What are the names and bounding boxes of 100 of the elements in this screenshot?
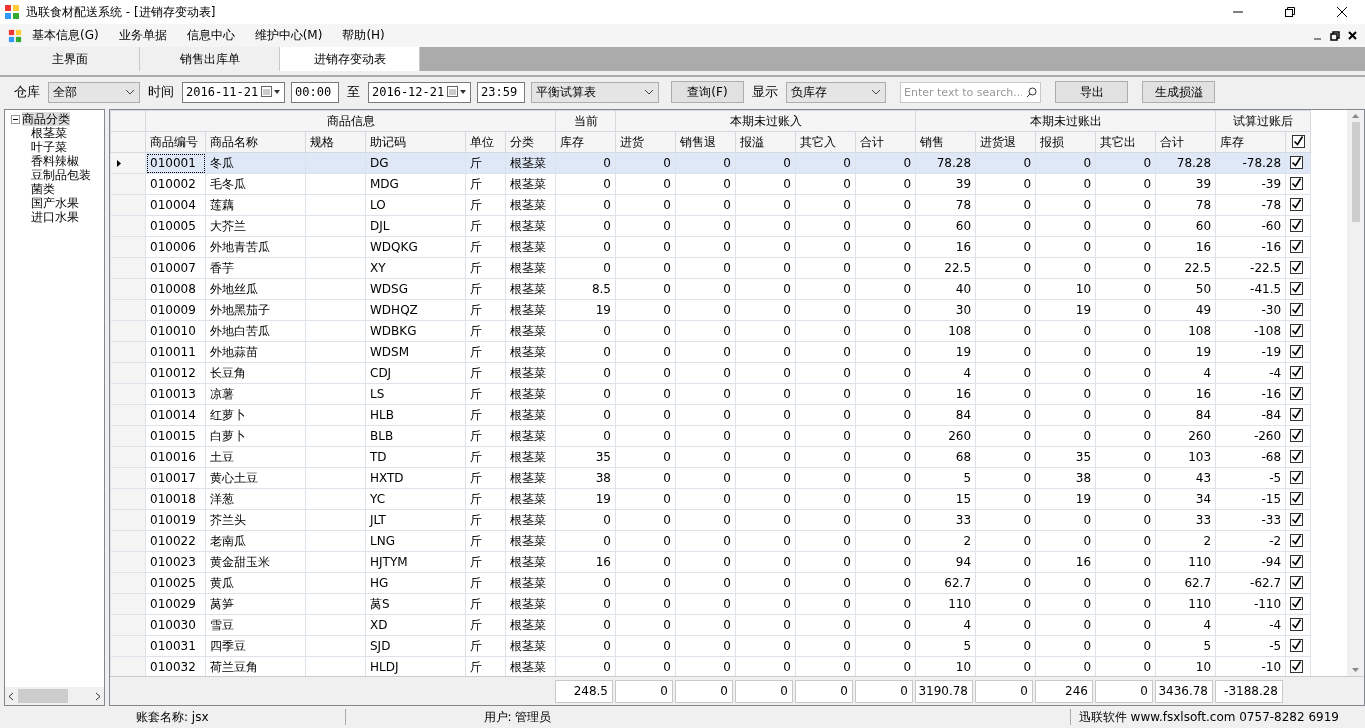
report-select[interactable]: 平衡试算表 xyxy=(531,81,659,103)
scroll-down-icon[interactable] xyxy=(1352,668,1359,672)
total-cell: 0 xyxy=(615,679,673,703)
total-cell: 0 xyxy=(735,679,793,703)
generate-button[interactable]: 生成损溢 xyxy=(1142,81,1215,103)
restore-icon[interactable] xyxy=(1285,7,1295,17)
checkbox[interactable] xyxy=(1290,155,1304,169)
end-date-field[interactable]: 2016-12-21 xyxy=(368,81,471,103)
checkbox[interactable] xyxy=(1290,491,1304,505)
close-icon[interactable] xyxy=(1337,7,1347,17)
current-row-icon xyxy=(117,160,121,167)
collapse-icon[interactable] xyxy=(11,114,20,124)
total-cell: 3190.78 xyxy=(915,679,973,703)
display-label: 显示 xyxy=(752,83,778,101)
menu-item[interactable]: 维护中心(M) xyxy=(244,27,333,44)
checkbox[interactable] xyxy=(1290,218,1304,232)
to-label: 至 xyxy=(347,83,360,101)
checkbox[interactable] xyxy=(1291,134,1305,148)
menu-item[interactable]: 信息中心 xyxy=(176,27,245,44)
checkbox[interactable] xyxy=(1290,512,1304,526)
checkbox[interactable] xyxy=(1290,197,1304,211)
user-status: 用户: 管理员 xyxy=(482,708,552,726)
total-cell: 0 xyxy=(795,679,853,703)
export-button[interactable]: 导出 xyxy=(1055,81,1128,103)
checkbox[interactable] xyxy=(1290,407,1304,421)
checkbox[interactable] xyxy=(1290,470,1304,484)
menu-item[interactable]: 业务单据 xyxy=(108,27,177,44)
warehouse-select[interactable]: 全部 xyxy=(48,81,140,103)
total-cell: 3436.78 xyxy=(1155,679,1213,703)
app-icon xyxy=(4,4,20,20)
scroll-left-icon[interactable] xyxy=(8,691,14,701)
group-header: 商品信息 xyxy=(145,110,556,132)
group-header: 本期未过账出 xyxy=(915,110,1216,132)
menu-item[interactable]: 基本信息(G) xyxy=(22,27,109,44)
company-status: 迅联软件 www.fsxlsoft.com 0757-8282 6919 xyxy=(1077,708,1340,726)
end-time-field[interactable]: 23:59 xyxy=(477,81,525,103)
tree-node[interactable]: 香料辣椒 xyxy=(31,154,79,168)
checkbox[interactable] xyxy=(1290,176,1304,190)
checkbox[interactable] xyxy=(1290,386,1304,400)
dropdown-caret-icon xyxy=(125,89,135,95)
checkbox[interactable] xyxy=(1290,323,1304,337)
total-cell: 0 xyxy=(1095,679,1153,703)
total-cell: -3188.28 xyxy=(1215,679,1283,703)
dropdown-caret-icon xyxy=(871,89,881,95)
scroll-up-icon[interactable] xyxy=(1352,114,1359,118)
start-time-field[interactable]: 00:00 xyxy=(291,81,339,103)
tree-node[interactable]: 豆制品包装 xyxy=(31,168,91,182)
tree-node[interactable]: 叶子菜 xyxy=(31,140,67,154)
display-select[interactable]: 负库存 xyxy=(786,81,886,103)
tab[interactable]: 主界面 xyxy=(0,47,140,71)
menu-item[interactable]: 帮助(H) xyxy=(332,27,395,44)
checkbox[interactable] xyxy=(1290,449,1304,463)
total-cell: 0 xyxy=(975,679,1033,703)
group-header: 本期未过账入 xyxy=(615,110,916,132)
checkbox[interactable] xyxy=(1290,554,1304,568)
checkbox[interactable] xyxy=(1290,638,1304,652)
horizontal-scrollbar[interactable] xyxy=(5,687,104,705)
warehouse-label: 仓库 xyxy=(14,83,40,101)
tree-node[interactable]: 商品分类 xyxy=(22,112,70,126)
total-cell: 246 xyxy=(1035,679,1093,703)
scroll-thumb[interactable] xyxy=(18,689,68,703)
checkbox[interactable] xyxy=(1290,533,1304,547)
search-icon xyxy=(1026,86,1037,98)
close-icon[interactable] xyxy=(1348,31,1357,40)
checkbox[interactable] xyxy=(1290,365,1304,379)
tree-node[interactable]: 进口水果 xyxy=(31,210,79,224)
tab[interactable]: 进销存变动表 xyxy=(280,47,420,71)
time-label: 时间 xyxy=(148,83,174,101)
calendar-icon[interactable] xyxy=(261,86,281,98)
scroll-thumb[interactable] xyxy=(1351,122,1360,222)
vertical-scrollbar[interactable] xyxy=(1347,110,1364,676)
checkbox[interactable] xyxy=(1290,281,1304,295)
checkbox[interactable] xyxy=(1290,575,1304,589)
checkbox[interactable] xyxy=(1290,659,1304,673)
total-cell: 0 xyxy=(855,679,913,703)
start-date-field[interactable]: 2016-11-21 xyxy=(182,81,285,103)
scroll-right-icon[interactable] xyxy=(95,691,101,701)
dropdown-caret-icon xyxy=(644,89,654,95)
query-button[interactable]: 查询(F) xyxy=(671,81,744,103)
window-title: 迅联食材配送系统 - [进销存变动表] xyxy=(26,3,217,21)
total-cell: 248.5 xyxy=(555,679,613,703)
tab[interactable]: 销售出库单 xyxy=(140,47,280,71)
checkbox[interactable] xyxy=(1290,260,1304,274)
app-icon xyxy=(8,28,22,43)
search-field[interactable]: Enter text to search... xyxy=(900,81,1041,103)
calendar-icon[interactable] xyxy=(447,86,467,98)
restore-icon[interactable] xyxy=(1330,30,1340,41)
tree-node[interactable]: 根茎菜 xyxy=(31,126,67,140)
checkbox[interactable] xyxy=(1290,428,1304,442)
total-cell: 0 xyxy=(675,679,733,703)
checkbox[interactable] xyxy=(1290,617,1304,631)
group-header: 当前 xyxy=(555,110,616,132)
checkbox[interactable] xyxy=(1290,239,1304,253)
account-status: 账套名称: jsx xyxy=(135,708,209,726)
checkbox[interactable] xyxy=(1290,596,1304,610)
tree-node[interactable]: 国产水果 xyxy=(31,196,79,210)
checkbox[interactable] xyxy=(1290,344,1304,358)
group-header: 试算过账后 xyxy=(1215,110,1311,132)
tree-node[interactable]: 菌类 xyxy=(31,182,55,196)
checkbox[interactable] xyxy=(1290,302,1304,316)
